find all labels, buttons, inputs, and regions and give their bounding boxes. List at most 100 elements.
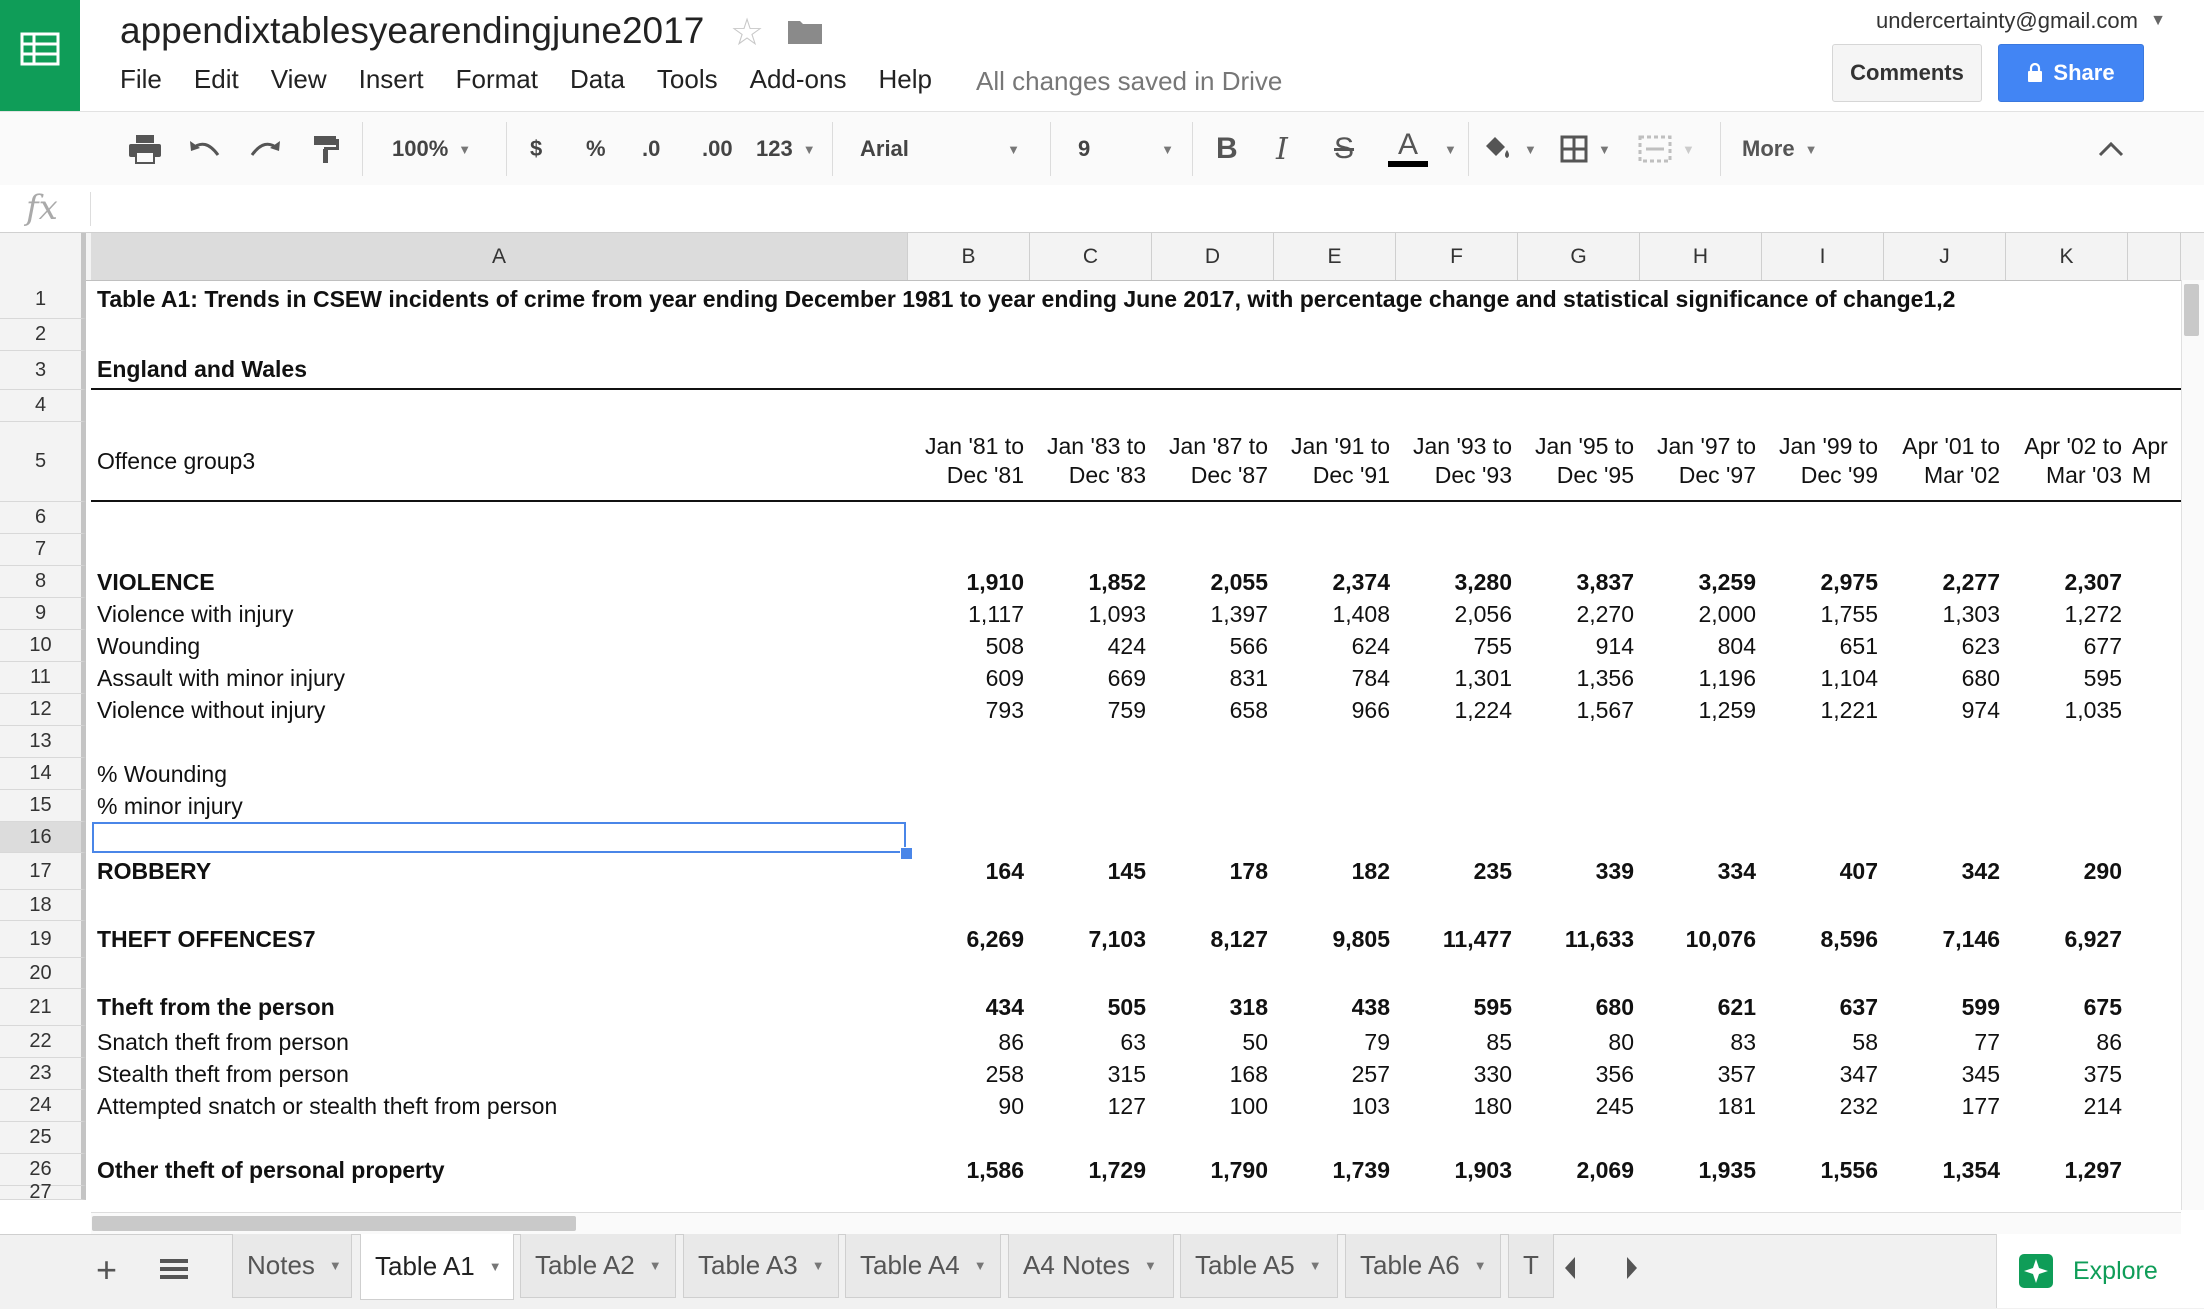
period-header[interactable]: Jan '95 to Dec '95 xyxy=(1535,422,1634,500)
value-cell[interactable]: 347 xyxy=(1840,1058,1878,1090)
value-cell[interactable]: 6,927 xyxy=(2064,921,2122,958)
sheet-tab[interactable]: Table A2 ▼ xyxy=(520,1234,676,1298)
value-cell[interactable]: 974 xyxy=(1962,694,2000,726)
explore-button[interactable]: Explore xyxy=(1996,1234,2204,1308)
value-cell[interactable]: 623 xyxy=(1962,630,2000,662)
row-header[interactable]: 15 xyxy=(0,790,86,822)
value-cell[interactable]: 10,076 xyxy=(1686,921,1756,958)
value-cell[interactable]: 80 xyxy=(1608,1026,1634,1058)
value-cell[interactable]: 599 xyxy=(1962,989,2000,1026)
value-cell[interactable]: 11,477 xyxy=(1443,921,1512,958)
row-header[interactable]: 18 xyxy=(0,890,86,921)
value-cell[interactable]: 181 xyxy=(1718,1090,1756,1122)
share-button[interactable]: Share xyxy=(1998,44,2144,102)
column-header-g[interactable]: G xyxy=(1518,233,1640,280)
menu-insert[interactable]: Insert xyxy=(359,64,424,100)
row-header[interactable]: 27 xyxy=(0,1181,86,1203)
row-header[interactable]: 9 xyxy=(0,598,86,630)
value-cell[interactable]: 50 xyxy=(1242,1026,1268,1058)
value-cell[interactable]: 1,093 xyxy=(1088,598,1146,630)
row-header[interactable]: 10 xyxy=(0,630,86,662)
value-cell[interactable]: 2,069 xyxy=(1576,1154,1634,1186)
value-cell[interactable]: 595 xyxy=(1474,989,1512,1026)
period-header[interactable]: Jan '87 to Dec '87 xyxy=(1169,422,1268,500)
value-cell[interactable]: 345 xyxy=(1962,1058,2000,1090)
row-header[interactable]: 24 xyxy=(0,1090,86,1122)
increase-decimals-button[interactable]: .00 xyxy=(702,112,733,186)
value-cell[interactable]: 83 xyxy=(1730,1026,1756,1058)
undo-icon[interactable] xyxy=(188,112,222,186)
value-cell[interactable]: 164 xyxy=(986,853,1024,890)
value-cell[interactable]: 505 xyxy=(1108,989,1146,1026)
add-sheet-icon[interactable]: + xyxy=(96,1249,117,1291)
row-label[interactable]: Violence without injury xyxy=(97,694,325,726)
value-cell[interactable]: 1,224 xyxy=(1454,694,1512,726)
row-header[interactable]: 8 xyxy=(0,566,86,598)
sheet-tab[interactable]: Table A1 ▼ xyxy=(360,1234,514,1300)
chevron-down-icon[interactable]: ▼ xyxy=(1309,1258,1322,1273)
formula-bar[interactable] xyxy=(0,185,2204,233)
value-cell[interactable]: 508 xyxy=(986,630,1024,662)
value-cell[interactable]: 1,903 xyxy=(1454,1154,1512,1186)
value-cell[interactable]: 424 xyxy=(1108,630,1146,662)
value-cell[interactable]: 1,790 xyxy=(1210,1154,1268,1186)
period-header[interactable]: Jan '83 to Dec '83 xyxy=(1047,422,1146,500)
value-cell[interactable]: 677 xyxy=(2084,630,2122,662)
row-label[interactable]: Assault with minor injury xyxy=(97,662,345,694)
row-header[interactable]: 2 xyxy=(0,319,86,351)
row-header[interactable]: 21 xyxy=(0,989,86,1026)
value-cell[interactable]: 1,586 xyxy=(966,1154,1024,1186)
value-cell[interactable]: 669 xyxy=(1108,662,1146,694)
value-cell[interactable]: 375 xyxy=(2084,1058,2122,1090)
column-header-k[interactable]: K xyxy=(2006,233,2128,280)
vertical-scroll-thumb[interactable] xyxy=(2184,284,2199,336)
value-cell[interactable]: 566 xyxy=(1230,630,1268,662)
value-cell[interactable]: 180 xyxy=(1474,1090,1512,1122)
redo-icon[interactable] xyxy=(248,112,282,186)
scroll-tabs-right-icon[interactable] xyxy=(1624,1255,1640,1286)
menu-tools[interactable]: Tools xyxy=(657,64,718,100)
row-label[interactable]: Theft from the person xyxy=(97,989,335,1026)
account-dropdown-icon[interactable]: ▼ xyxy=(2150,12,2166,30)
row-header[interactable]: 11 xyxy=(0,662,86,694)
value-cell[interactable]: 438 xyxy=(1352,989,1390,1026)
value-cell[interactable]: 658 xyxy=(1230,694,1268,726)
value-cell[interactable]: 232 xyxy=(1840,1090,1878,1122)
row-header[interactable]: 4 xyxy=(0,390,86,422)
column-header-d[interactable]: D xyxy=(1152,233,1274,280)
row-label[interactable]: ROBBERY xyxy=(97,853,211,890)
value-cell[interactable]: 680 xyxy=(1596,989,1634,1026)
value-cell[interactable]: 178 xyxy=(1230,853,1268,890)
paint-format-icon[interactable] xyxy=(312,112,340,186)
font-size-select[interactable]: 9 ▼ xyxy=(1078,112,1174,186)
sheet-tab[interactable]: Table A4 ▼ xyxy=(845,1234,1001,1298)
value-cell[interactable]: 1,408 xyxy=(1332,598,1390,630)
value-cell[interactable]: 342 xyxy=(1962,853,2000,890)
value-cell[interactable]: 315 xyxy=(1108,1058,1146,1090)
value-cell[interactable]: 2,055 xyxy=(1210,566,1268,598)
period-header[interactable]: Apr '02 to Mar '03 xyxy=(2024,422,2122,500)
row-label[interactable]: % minor injury xyxy=(97,790,243,822)
print-icon[interactable] xyxy=(128,112,162,186)
value-cell[interactable]: 339 xyxy=(1596,853,1634,890)
chevron-down-icon[interactable]: ▼ xyxy=(1474,1258,1487,1273)
row-label[interactable]: Attempted snatch or stealth theft from p… xyxy=(97,1090,557,1122)
vertical-scrollbar[interactable] xyxy=(2181,280,2204,1210)
value-cell[interactable]: 356 xyxy=(1596,1058,1634,1090)
value-cell[interactable]: 1,196 xyxy=(1698,662,1756,694)
value-cell[interactable]: 1,356 xyxy=(1576,662,1634,694)
sheet-tab[interactable]: Table A6 ▼ xyxy=(1345,1234,1501,1298)
chevron-down-icon[interactable]: ▼ xyxy=(1434,112,1457,186)
value-cell[interactable]: 330 xyxy=(1474,1058,1512,1090)
value-cell[interactable]: 1,117 xyxy=(968,598,1024,630)
menu-file[interactable]: File xyxy=(120,64,162,100)
menu-edit[interactable]: Edit xyxy=(194,64,239,100)
value-cell[interactable]: 434 xyxy=(986,989,1024,1026)
value-cell[interactable]: 2,270 xyxy=(1576,598,1634,630)
value-cell[interactable]: 831 xyxy=(1230,662,1268,694)
value-cell[interactable]: 127 xyxy=(1108,1090,1146,1122)
chevron-down-icon[interactable]: ▼ xyxy=(974,1258,987,1273)
column-header-i[interactable]: I xyxy=(1762,233,1884,280)
value-cell[interactable]: 804 xyxy=(1718,630,1756,662)
fill-handle[interactable] xyxy=(900,847,913,860)
